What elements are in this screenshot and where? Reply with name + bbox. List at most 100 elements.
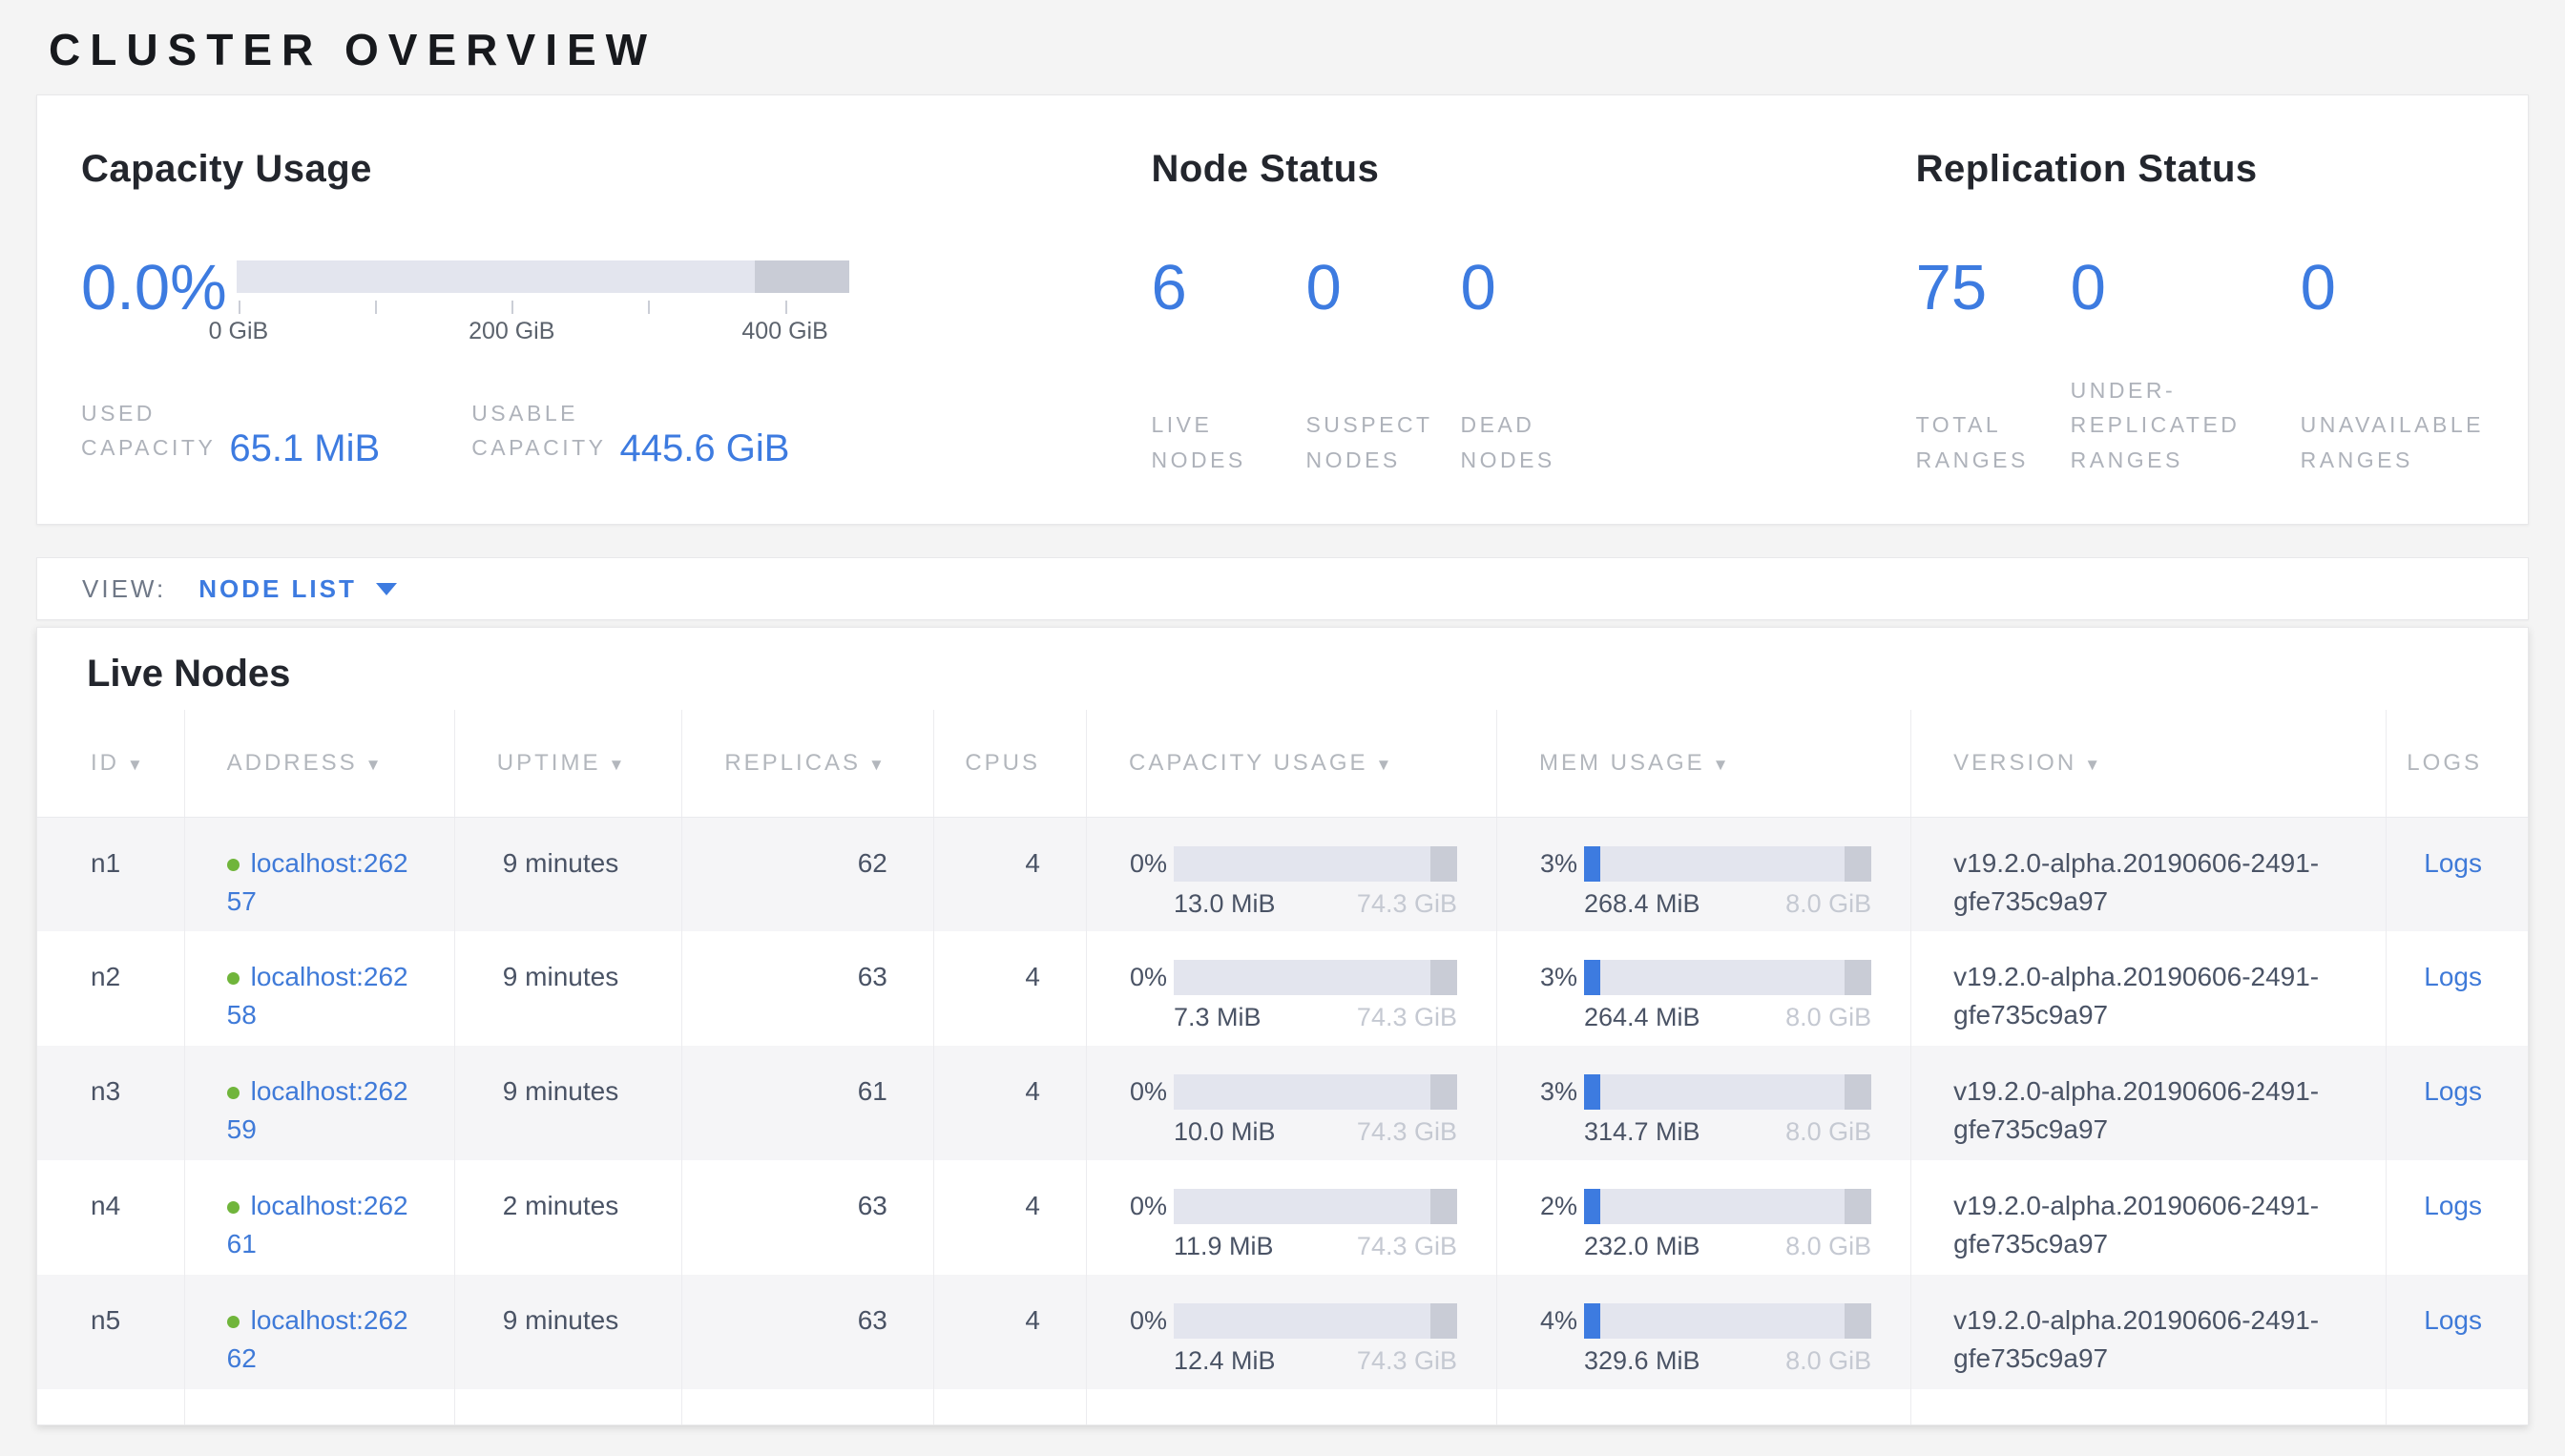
mem-usage-bar-reserved — [1845, 1189, 1872, 1224]
live-nodes-heading: Live Nodes — [37, 628, 2528, 695]
node-address-text[interactable]: localhost:26261 — [227, 1191, 408, 1258]
capacity-usage-bar-reserved — [1430, 1303, 1457, 1339]
mem-usage-bar-fill — [1584, 846, 1600, 882]
capacity-usage-heading: Capacity Usage — [81, 148, 1151, 190]
node-address-link[interactable]: localhost:26257 — [227, 848, 408, 916]
mem-percent-label: 2% — [1540, 1189, 1584, 1261]
capacity-usage-bar-reserved — [1430, 960, 1457, 995]
node-address-text[interactable]: localhost:26257 — [227, 848, 408, 916]
column-header-replicas[interactable]: REPLICAS▼ — [681, 710, 933, 817]
logs-link[interactable]: Logs — [2424, 1191, 2482, 1220]
capacity-axis-tick-labels: 0 GiB200 GiB400 GiB — [237, 318, 849, 346]
node-address-cell: localhost:26262 — [184, 1275, 454, 1389]
node-id-cell: n5 — [37, 1275, 184, 1389]
node-address-cell: localhost:26259 — [184, 1046, 454, 1160]
capacity-usage-chart: 0.0% 0 GiB200 GiB400 GiB — [81, 256, 1151, 346]
view-selector-dropdown[interactable]: NODE LIST — [198, 574, 397, 604]
node-address-text[interactable]: localhost:26259 — [227, 1076, 408, 1144]
node-replicas-cell: 63 — [681, 1275, 933, 1389]
capacity-total-value: 74.3 GiB — [1357, 1231, 1457, 1261]
suspect-nodes-stat: 0 SUSPECT NODES — [1305, 256, 1460, 477]
empty-cell — [1087, 1389, 1497, 1425]
under-replicated-ranges-stat: 0 UNDER- REPLICATED RANGES — [2071, 256, 2301, 477]
logs-link[interactable]: Logs — [2424, 1076, 2482, 1106]
used-capacity-stat: USED CAPACITY 65.1 MiB — [81, 396, 380, 466]
logs-link[interactable]: Logs — [2424, 848, 2482, 878]
node-replicas-cell: 63 — [681, 1160, 933, 1275]
node-capacity-usage-cell: 0% 10.0 MiB 74.3 GiB — [1087, 1046, 1497, 1160]
node-mem-usage-cell: 4% 329.6 MiB 8.0 GiB — [1496, 1275, 1910, 1389]
view-bar: VIEW: NODE LIST — [36, 557, 2529, 620]
column-header-cpus: CPUS — [933, 710, 1086, 817]
sort-arrow-icon: ▼ — [127, 756, 146, 774]
node-address-link[interactable]: localhost:26258 — [227, 962, 408, 1030]
node-mem-usage-cell: 3% 268.4 MiB 8.0 GiB — [1496, 817, 1910, 931]
column-header-version[interactable]: VERSION▼ — [1911, 710, 2387, 817]
chevron-down-icon — [376, 583, 397, 595]
mem-usage-bar — [1584, 846, 1871, 882]
unavailable-ranges-stat: 0 UNAVAILABLE RANGES — [2301, 256, 2484, 477]
column-header-uptime[interactable]: UPTIME▼ — [454, 710, 681, 817]
suspect-nodes-count: 0 — [1305, 256, 1460, 320]
mem-used-value: 329.6 MiB — [1584, 1345, 1700, 1376]
logs-link[interactable]: Logs — [2424, 1305, 2482, 1335]
capacity-bar-track — [237, 260, 849, 293]
node-mem-usage-cell: 3% 264.4 MiB 8.0 GiB — [1496, 931, 1910, 1046]
node-address-cell: localhost:26257 — [184, 817, 454, 931]
table-row: n2 localhost:26258 9 minutes 63 4 0% 7.3… — [37, 931, 2528, 1046]
usable-capacity-label: USABLE CAPACITY — [471, 396, 606, 466]
node-address-link[interactable]: localhost:26262 — [227, 1305, 408, 1373]
empty-cell — [1911, 1389, 2387, 1425]
node-version-cell: v19.2.0-alpha.20190606-2491-gfe735c9a97 — [1911, 1160, 2387, 1275]
live-status-dot-icon — [227, 1201, 240, 1214]
mem-usage-bar-reserved — [1845, 1303, 1872, 1339]
mem-usage-bar-fill — [1584, 1189, 1600, 1224]
node-logs-cell: Logs — [2387, 1275, 2528, 1389]
live-nodes-count: 6 — [1151, 256, 1305, 320]
column-header-capacity-usage[interactable]: CAPACITY USAGE▼ — [1087, 710, 1497, 817]
node-address-text[interactable]: localhost:26262 — [227, 1305, 408, 1373]
mem-used-value: 264.4 MiB — [1584, 1002, 1700, 1032]
node-logs-cell: Logs — [2387, 1160, 2528, 1275]
used-capacity-label: USED CAPACITY — [81, 396, 216, 466]
capacity-total-value: 74.3 GiB — [1357, 1345, 1457, 1376]
capacity-used-value: 11.9 MiB — [1174, 1231, 1274, 1261]
node-cpus-cell: 4 — [933, 1275, 1086, 1389]
node-capacity-usage-cell: 0% 12.4 MiB 74.3 GiB — [1087, 1275, 1497, 1389]
table-row: n1 localhost:26257 9 minutes 62 4 0% 13.… — [37, 817, 2528, 931]
empty-cell — [454, 1389, 681, 1425]
view-selected-value[interactable]: NODE LIST — [198, 574, 357, 604]
replication-status-stats: 75 TOTAL RANGES 0 UNDER- REPLICATED RANG… — [1916, 256, 2484, 477]
node-version-cell: v19.2.0-alpha.20190606-2491-gfe735c9a97 — [1911, 1046, 2387, 1160]
live-status-dot-icon — [227, 1087, 240, 1099]
cluster-overview-page: CLUSTER OVERVIEW Capacity Usage 0.0% 0 G… — [0, 25, 2565, 1425]
empty-cell — [681, 1389, 933, 1425]
node-logs-cell: Logs — [2387, 817, 2528, 931]
node-address-link[interactable]: localhost:26259 — [227, 1076, 408, 1144]
mem-total-value: 8.0 GiB — [1785, 1231, 1871, 1261]
dead-nodes-stat: 0 DEAD NODES — [1460, 256, 1554, 477]
capacity-percent-label: 0% — [1130, 846, 1174, 919]
under-replicated-ranges-count: 0 — [2071, 256, 2301, 320]
node-address-text[interactable]: localhost:26258 — [227, 962, 408, 1030]
column-header-mem-usage[interactable]: MEM USAGE▼ — [1496, 710, 1910, 817]
page-title: CLUSTER OVERVIEW — [49, 25, 2529, 74]
axis-tick-label: 400 GiB — [741, 318, 827, 345]
node-address-link[interactable]: localhost:26261 — [227, 1191, 408, 1258]
live-nodes-card: Live Nodes ID▼ADDRESS▼UPTIME▼REPLICAS▼CP… — [36, 627, 2529, 1425]
capacity-percent-label: 0% — [1130, 1303, 1174, 1376]
capacity-usage-bar — [1174, 1074, 1457, 1110]
column-header-logs: LOGS — [2387, 710, 2528, 817]
capacity-percent-label: 0% — [1130, 1074, 1174, 1147]
usable-capacity-value: 445.6 GiB — [620, 428, 790, 468]
column-header-address[interactable]: ADDRESS▼ — [184, 710, 454, 817]
node-id-cell: n3 — [37, 1046, 184, 1160]
node-uptime-cell: 9 minutes — [454, 1275, 681, 1389]
node-capacity-usage-cell: 0% 7.3 MiB 74.3 GiB — [1087, 931, 1497, 1046]
node-logs-cell: Logs — [2387, 1046, 2528, 1160]
node-cpus-cell: 4 — [933, 1046, 1086, 1160]
logs-link[interactable]: Logs — [2424, 962, 2482, 991]
mem-usage-bar-fill — [1584, 1074, 1600, 1110]
table-row: n5 localhost:26262 9 minutes 63 4 0% 12.… — [37, 1275, 2528, 1389]
column-header-id[interactable]: ID▼ — [37, 710, 184, 817]
